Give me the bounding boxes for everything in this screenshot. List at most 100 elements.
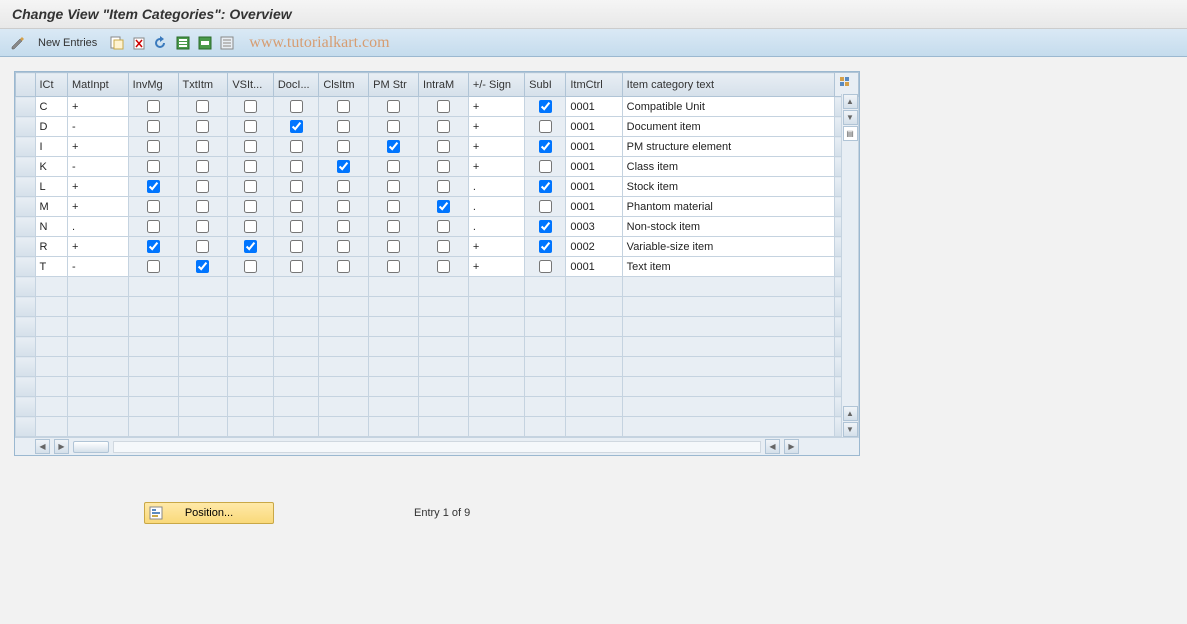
cell-pmstr[interactable] — [369, 237, 419, 257]
col-header-itmctrl[interactable]: ItmCtrl — [566, 73, 622, 97]
cell-pmstr[interactable] — [369, 117, 419, 137]
cell-invmg[interactable] — [128, 257, 178, 277]
cell-clsitm[interactable] — [319, 177, 369, 197]
cell-doci[interactable] — [273, 97, 319, 117]
cell-txtitm[interactable] — [178, 97, 228, 117]
cell-doci[interactable] — [273, 237, 319, 257]
checkbox-pmstr[interactable] — [387, 100, 400, 113]
row-selector[interactable] — [16, 277, 36, 297]
cell-text[interactable]: Text item — [622, 257, 834, 277]
row-selector[interactable] — [16, 317, 36, 337]
cell-matinpt[interactable]: + — [68, 177, 129, 197]
checkbox-invmg[interactable] — [147, 260, 160, 273]
checkbox-intram[interactable] — [437, 240, 450, 253]
checkbox-clsitm[interactable] — [337, 260, 350, 273]
col-header-subi[interactable]: SubI — [525, 73, 566, 97]
horizontal-scrollbar[interactable]: ◀ ▶ ◀ ▶ — [15, 437, 859, 455]
cell-doci[interactable] — [273, 217, 319, 237]
checkbox-intram[interactable] — [437, 180, 450, 193]
select-all-icon[interactable] — [175, 35, 191, 51]
col-header-txtitm[interactable]: TxtItm — [178, 73, 228, 97]
checkbox-intram[interactable] — [437, 140, 450, 153]
cell-vsit[interactable] — [228, 97, 274, 117]
cell-sign[interactable]: + — [468, 157, 524, 177]
checkbox-txtitm[interactable] — [196, 180, 209, 193]
checkbox-subi[interactable] — [539, 200, 552, 213]
row-selector[interactable] — [16, 157, 36, 177]
cell-txtitm[interactable] — [178, 157, 228, 177]
cell-subi[interactable] — [525, 197, 566, 217]
cell-itmctrl[interactable]: 0001 — [566, 197, 622, 217]
cell-subi[interactable] — [525, 177, 566, 197]
scroll-page-icon[interactable]: ▤ — [843, 126, 858, 141]
checkbox-subi[interactable] — [539, 160, 552, 173]
checkbox-clsitm[interactable] — [337, 220, 350, 233]
scroll-down-icon[interactable]: ▼ — [843, 110, 858, 125]
cell-text[interactable]: Document item — [622, 117, 834, 137]
checkbox-subi[interactable] — [539, 180, 552, 193]
cell-subi[interactable] — [525, 137, 566, 157]
checkbox-clsitm[interactable] — [337, 180, 350, 193]
checkbox-doci[interactable] — [290, 240, 303, 253]
cell-matinpt[interactable]: + — [68, 197, 129, 217]
cell-itmctrl[interactable]: 0001 — [566, 97, 622, 117]
cell-text[interactable]: Phantom material — [622, 197, 834, 217]
scroll-right-icon[interactable]: ▶ — [54, 439, 69, 454]
cell-txtitm[interactable] — [178, 177, 228, 197]
cell-matinpt[interactable]: - — [68, 117, 129, 137]
cell-text[interactable]: Non-stock item — [622, 217, 834, 237]
checkbox-doci[interactable] — [290, 140, 303, 153]
checkbox-intram[interactable] — [437, 260, 450, 273]
cell-intram[interactable] — [418, 97, 468, 117]
cell-subi[interactable] — [525, 157, 566, 177]
row-selector[interactable] — [16, 297, 36, 317]
checkbox-clsitm[interactable] — [337, 140, 350, 153]
cell-clsitm[interactable] — [319, 97, 369, 117]
checkbox-clsitm[interactable] — [337, 100, 350, 113]
col-header-text[interactable]: Item category text — [622, 73, 834, 97]
checkbox-txtitm[interactable] — [196, 200, 209, 213]
cell-subi[interactable] — [525, 237, 566, 257]
table-row[interactable]: M + . 0001 Phantom material — [16, 197, 859, 217]
checkbox-vsit[interactable] — [244, 180, 257, 193]
checkbox-intram[interactable] — [437, 100, 450, 113]
row-selector[interactable] — [16, 357, 36, 377]
cell-intram[interactable] — [418, 237, 468, 257]
cell-pmstr[interactable] — [369, 257, 419, 277]
checkbox-pmstr[interactable] — [387, 180, 400, 193]
checkbox-doci[interactable] — [290, 180, 303, 193]
checkbox-txtitm[interactable] — [196, 240, 209, 253]
checkbox-intram[interactable] — [437, 120, 450, 133]
vertical-scrollbar[interactable]: ▲ ▼ ▤ ▲ ▼ — [841, 94, 858, 437]
checkbox-vsit[interactable] — [244, 260, 257, 273]
cell-itmctrl[interactable]: 0003 — [566, 217, 622, 237]
cell-matinpt[interactable]: + — [68, 237, 129, 257]
checkbox-txtitm[interactable] — [196, 140, 209, 153]
position-button[interactable]: Position... — [144, 502, 274, 524]
col-header-doci[interactable]: DocI... — [273, 73, 319, 97]
checkbox-invmg[interactable] — [147, 220, 160, 233]
checkbox-pmstr[interactable] — [387, 140, 400, 153]
display-change-icon[interactable] — [10, 35, 26, 51]
cell-txtitm[interactable] — [178, 197, 228, 217]
checkbox-vsit[interactable] — [244, 220, 257, 233]
col-header-matinpt[interactable]: MatInpt — [68, 73, 129, 97]
table-row[interactable]: N . . 0003 Non-stock item — [16, 217, 859, 237]
cell-txtitm[interactable] — [178, 217, 228, 237]
checkbox-txtitm[interactable] — [196, 160, 209, 173]
cell-ict[interactable]: M — [35, 197, 68, 217]
checkbox-vsit[interactable] — [244, 160, 257, 173]
cell-subi[interactable] — [525, 97, 566, 117]
cell-doci[interactable] — [273, 157, 319, 177]
checkbox-clsitm[interactable] — [337, 160, 350, 173]
table-row[interactable]: I + + 0001 PM structure element — [16, 137, 859, 157]
checkbox-intram[interactable] — [437, 160, 450, 173]
scroll-right-end-icon[interactable]: ▶ — [784, 439, 799, 454]
cell-clsitm[interactable] — [319, 137, 369, 157]
cell-txtitm[interactable] — [178, 257, 228, 277]
deselect-all-icon[interactable] — [219, 35, 235, 51]
checkbox-pmstr[interactable] — [387, 200, 400, 213]
cell-vsit[interactable] — [228, 177, 274, 197]
checkbox-subi[interactable] — [539, 220, 552, 233]
row-selector[interactable] — [16, 137, 36, 157]
